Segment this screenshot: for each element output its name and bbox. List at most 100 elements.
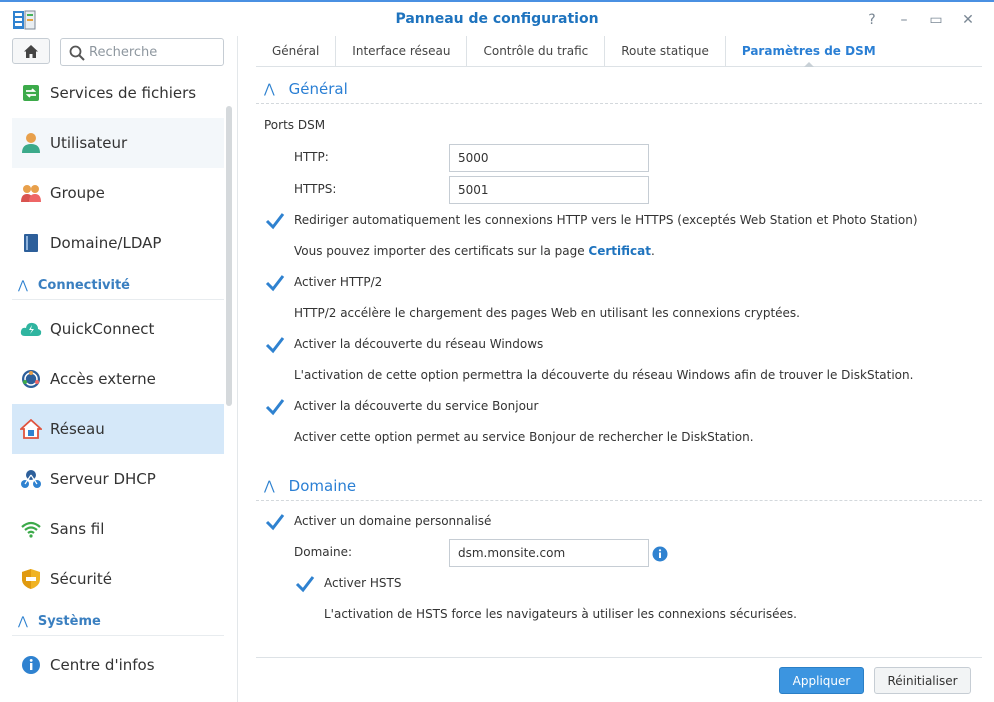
title-bar: Panneau de configuration ? – ▭ ✕ bbox=[0, 0, 994, 36]
section-label: Connectivité bbox=[37, 277, 130, 293]
domain-ldap-icon bbox=[20, 232, 42, 254]
redirect-https-checkbox[interactable] bbox=[265, 211, 285, 231]
chevron-up-icon: ⋀ bbox=[18, 278, 28, 292]
footer-divider bbox=[256, 657, 982, 658]
home-button[interactable] bbox=[12, 38, 50, 64]
sidebar-item-label: Utilisateur bbox=[50, 134, 128, 152]
hsts-checkbox[interactable] bbox=[295, 574, 315, 594]
sidebar-item-group[interactable]: Groupe bbox=[12, 168, 224, 218]
sidebar-item-label: Groupe bbox=[50, 184, 105, 202]
bonjour-description: Activer cette option permet au service B… bbox=[294, 430, 754, 444]
search-icon bbox=[69, 45, 85, 61]
custom-domain-checkbox[interactable] bbox=[265, 512, 285, 532]
window-title: Panneau de configuration bbox=[395, 11, 599, 27]
check-icon bbox=[265, 337, 285, 354]
file-services-icon bbox=[20, 82, 42, 104]
redirect-https-label: Rediriger automatiquement les connexions… bbox=[294, 213, 918, 227]
hsts-label: Activer HSTS bbox=[324, 576, 402, 590]
sidebar-item-label: Sans fil bbox=[50, 520, 105, 538]
reset-button[interactable]: Réinitialiser bbox=[874, 667, 971, 694]
sidebar-item-user[interactable]: Utilisateur bbox=[12, 118, 224, 168]
network-house-icon bbox=[20, 418, 42, 440]
user-icon bbox=[20, 132, 42, 154]
sidebar-item-wireless[interactable]: Sans fil bbox=[12, 504, 224, 554]
sidebar-item-security[interactable]: Sécurité bbox=[12, 554, 224, 604]
wifi-icon bbox=[20, 518, 42, 540]
bonjour-label: Activer la découverte du service Bonjour bbox=[294, 399, 539, 413]
help-button[interactable]: ? bbox=[856, 10, 888, 30]
minimize-button[interactable]: – bbox=[888, 10, 920, 30]
info-icon bbox=[20, 654, 42, 676]
tab-bar: Général Interface réseau Contrôle du tra… bbox=[256, 36, 982, 67]
sidebar-item-dhcp-server[interactable]: Serveur DHCP bbox=[12, 454, 224, 504]
chevron-up-icon: ⋀ bbox=[264, 81, 275, 97]
windows-discovery-description: L'activation de cette option permettra l… bbox=[294, 368, 914, 382]
info-icon[interactable] bbox=[652, 546, 668, 562]
windows-discovery-checkbox[interactable] bbox=[265, 335, 285, 355]
http2-description: HTTP/2 accélère le chargement des pages … bbox=[294, 306, 800, 320]
certificate-hint-period: . bbox=[650, 244, 655, 258]
hsts-description: L'activation de HSTS force les navigateu… bbox=[324, 607, 797, 621]
group-icon bbox=[20, 182, 42, 204]
http2-checkbox[interactable] bbox=[265, 273, 285, 293]
apply-button[interactable]: Appliquer bbox=[779, 667, 864, 694]
tab-network-interface[interactable]: Interface réseau bbox=[336, 36, 468, 66]
section-general-header[interactable]: ⋀ Général bbox=[264, 78, 348, 100]
windows-discovery-label: Activer la découverte du réseau Windows bbox=[294, 337, 544, 351]
divider bbox=[256, 500, 982, 501]
divider bbox=[12, 299, 224, 300]
tab-dsm-settings[interactable]: Paramètres de DSM bbox=[726, 36, 892, 67]
close-button[interactable]: ✕ bbox=[952, 10, 984, 30]
sidebar-item-info-center[interactable]: Centre d'infos bbox=[12, 640, 224, 690]
domain-label: Domaine: bbox=[294, 545, 352, 559]
maximize-button[interactable]: ▭ bbox=[920, 10, 952, 30]
external-access-icon bbox=[20, 368, 42, 390]
chevron-up-icon: ⋀ bbox=[264, 478, 275, 494]
http2-label: Activer HTTP/2 bbox=[294, 275, 383, 289]
section-title: Général bbox=[288, 80, 348, 98]
sidebar-item-label: Réseau bbox=[50, 420, 105, 438]
dhcp-server-icon bbox=[20, 468, 42, 490]
sidebar-item-label: Centre d'infos bbox=[50, 656, 155, 674]
https-label: HTTPS: bbox=[294, 182, 337, 196]
certificate-hint: Vous pouvez importer des certificats sur… bbox=[294, 244, 655, 258]
sidebar-item-label: Services de fichiers bbox=[50, 84, 197, 102]
sidebar-item-label: Serveur DHCP bbox=[50, 470, 156, 488]
home-icon bbox=[24, 44, 38, 58]
check-icon bbox=[265, 213, 285, 230]
section-system[interactable]: ⋀ Système bbox=[12, 607, 224, 635]
sidebar-item-external-access[interactable]: Accès externe bbox=[12, 354, 224, 404]
sidebar-item-label: Sécurité bbox=[50, 570, 112, 588]
sidebar-item-label: QuickConnect bbox=[50, 320, 155, 338]
section-connectivity[interactable]: ⋀ Connectivité bbox=[12, 271, 224, 299]
tab-general[interactable]: Général bbox=[256, 36, 337, 66]
https-port-field[interactable] bbox=[449, 176, 649, 204]
certificate-hint-text: Vous pouvez importer des certificats sur… bbox=[294, 244, 589, 258]
sidebar-item-domain-ldap[interactable]: Domaine/LDAP bbox=[12, 218, 224, 268]
quickconnect-icon bbox=[20, 318, 42, 340]
sidebar-item-label: Accès externe bbox=[50, 370, 156, 388]
sidebar-item-quickconnect[interactable]: QuickConnect bbox=[12, 304, 224, 354]
sidebar: Services de fichiers Utilisateur Groupe … bbox=[0, 36, 238, 702]
sidebar-scrollbar[interactable] bbox=[226, 106, 232, 406]
search-input[interactable] bbox=[89, 42, 219, 62]
tab-traffic-control[interactable]: Contrôle du trafic bbox=[467, 36, 606, 66]
divider bbox=[12, 635, 224, 636]
section-title: Domaine bbox=[288, 477, 357, 495]
bonjour-checkbox[interactable] bbox=[265, 397, 285, 417]
tab-static-route[interactable]: Route statique bbox=[605, 36, 726, 66]
http-port-field[interactable] bbox=[449, 144, 649, 172]
domain-field[interactable] bbox=[449, 539, 649, 567]
section-domain-header[interactable]: ⋀ Domaine bbox=[264, 475, 356, 497]
check-icon bbox=[265, 399, 285, 416]
search-box bbox=[60, 38, 224, 66]
certificate-link[interactable]: Certificat bbox=[588, 244, 651, 258]
sidebar-item-network[interactable]: Réseau bbox=[12, 404, 224, 454]
check-icon bbox=[265, 514, 285, 531]
divider bbox=[256, 103, 982, 104]
ports-label: Ports DSM bbox=[264, 118, 326, 132]
http-label: HTTP: bbox=[294, 150, 329, 164]
sidebar-item-label: Domaine/LDAP bbox=[50, 234, 162, 252]
section-label: Système bbox=[37, 613, 101, 629]
sidebar-item-file-services[interactable]: Services de fichiers bbox=[12, 68, 224, 118]
